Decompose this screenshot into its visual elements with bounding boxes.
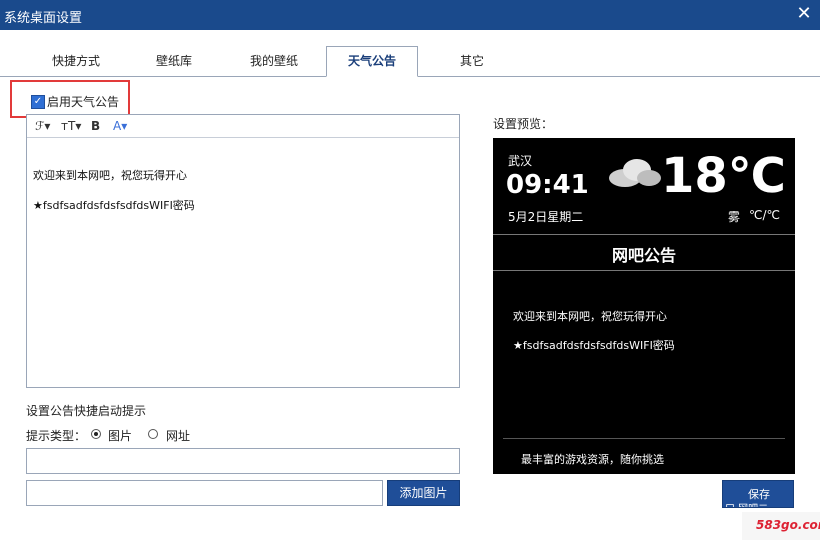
radio-url[interactable] bbox=[148, 429, 158, 439]
preview-divider bbox=[503, 438, 785, 439]
enable-weather-checkbox[interactable]: ✓ bbox=[31, 95, 45, 109]
enable-weather-highlight: ✓ 启用天气公告 bbox=[10, 80, 130, 118]
editor-toolbar: ℱ▾ ᴛT▾ B A▾ bbox=[27, 115, 459, 138]
editor-line: 欢迎来到本网吧，祝您玩得开心 bbox=[33, 169, 187, 182]
shortcut-type-row: 提示类型： 图片 网址 bbox=[26, 427, 226, 445]
notice-editor[interactable]: ℱ▾ ᴛT▾ B A▾ 欢迎来到本网吧，祝您玩得开心 ★fsdfsadfdsfd… bbox=[26, 114, 460, 388]
tab-weather-notice[interactable]: 天气公告 bbox=[326, 46, 418, 77]
tab-wallpaper-library[interactable]: 壁纸库 bbox=[128, 48, 220, 74]
font-family-icon[interactable]: ℱ▾ bbox=[35, 117, 50, 135]
font-color-icon[interactable]: A▾ bbox=[113, 117, 127, 135]
watermark-logo: 583go.com bbox=[756, 518, 820, 532]
shortcut-text-input[interactable] bbox=[26, 448, 460, 474]
preview-footer: 最丰富的游戏资源，随你挑选 bbox=[521, 453, 664, 466]
radio-image-label[interactable]: 图片 bbox=[108, 427, 132, 444]
radio-image[interactable] bbox=[91, 429, 101, 439]
radio-url-label[interactable]: 网址 bbox=[166, 427, 190, 444]
close-icon[interactable]: ✕ bbox=[794, 4, 814, 24]
cloud-icon bbox=[609, 159, 661, 187]
preview-line: ★fsdfsadfdsfdsfsdfdsWIFI密码 bbox=[513, 339, 675, 352]
shortcut-title: 设置公告快捷启动提示 bbox=[26, 404, 147, 418]
editor-line: ★fsdfsadfdsfdsfsdfdsWIFI密码 bbox=[33, 199, 195, 212]
tab-bar: 快捷方式 壁纸库 我的壁纸 天气公告 其它 bbox=[0, 46, 820, 77]
save-button[interactable]: 保存 口 网吧二 bbox=[722, 480, 794, 508]
save-sublabel: 口 网吧二 bbox=[725, 500, 793, 507]
preview-unit: ℃/℃ bbox=[749, 208, 780, 222]
preview-divider bbox=[493, 270, 795, 271]
preview-time: 09:41 bbox=[506, 170, 589, 200]
preview-line: 欢迎来到本网吧，祝您玩得开心 bbox=[513, 310, 667, 323]
tab-my-wallpaper[interactable]: 我的壁纸 bbox=[228, 48, 320, 74]
tab-shortcuts[interactable]: 快捷方式 bbox=[30, 48, 122, 74]
font-size-icon[interactable]: ᴛT▾ bbox=[61, 117, 81, 135]
add-image-button[interactable]: 添加图片 bbox=[387, 480, 460, 506]
preview-label: 设置预览： bbox=[493, 117, 554, 131]
preview-city: 武汉 bbox=[508, 154, 533, 168]
preview-divider bbox=[493, 234, 795, 235]
preview-condition: 雾 bbox=[728, 210, 741, 224]
bold-icon[interactable]: B bbox=[91, 117, 100, 135]
shortcut-type-label: 提示类型： bbox=[26, 429, 87, 443]
enable-weather-label[interactable]: 启用天气公告 bbox=[47, 93, 119, 110]
tab-other[interactable]: 其它 bbox=[426, 48, 518, 74]
title-bar: 系统桌面设置 ✕ bbox=[0, 0, 820, 30]
preview-date: 5月2日星期二 bbox=[508, 210, 584, 224]
preview-panel: 武汉 09:41 5月2日星期二 18℃ 雾 ℃/℃ 网吧公告 欢迎来到本网吧，… bbox=[493, 138, 795, 474]
preview-temperature: 18℃ bbox=[661, 148, 786, 204]
window-title: 系统桌面设置 bbox=[4, 11, 83, 26]
preview-notice-title: 网吧公告 bbox=[611, 246, 676, 265]
image-path-input[interactable] bbox=[26, 480, 383, 506]
